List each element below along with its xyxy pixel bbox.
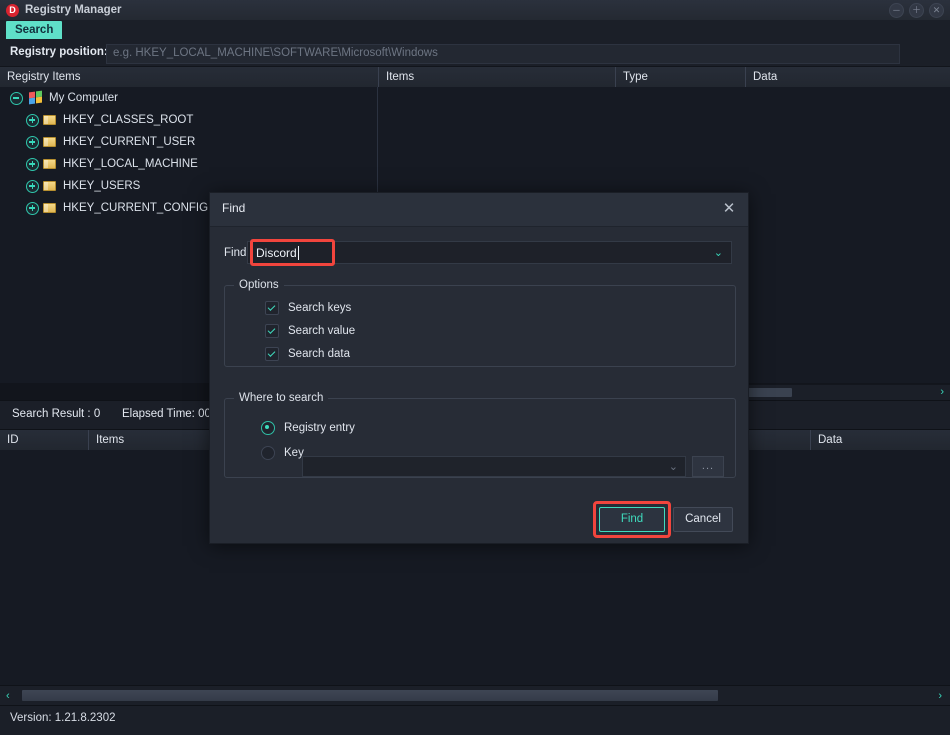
- column-header-registry-items[interactable]: Registry Items: [0, 67, 377, 87]
- close-button[interactable]: ✕: [929, 3, 944, 18]
- radio-icon[interactable]: [261, 446, 275, 460]
- tree-item-label: HKEY_CURRENT_CONFIG: [63, 202, 209, 214]
- checkbox-icon[interactable]: [265, 324, 279, 338]
- expand-toggle-icon[interactable]: [26, 135, 39, 149]
- chevron-down-icon[interactable]: ⌄: [669, 460, 678, 473]
- window-titlebar: D Registry Manager ─ ＋ ✕: [0, 0, 950, 21]
- find-input-highlight: [250, 239, 335, 266]
- scrollbar-thumb[interactable]: [22, 690, 718, 701]
- options-group-title: Options: [234, 279, 284, 291]
- checkbox-label: Search data: [288, 348, 351, 360]
- version-label: Version: 1.21.8.2302: [10, 712, 116, 724]
- tab-strip: [0, 20, 950, 40]
- folder-icon: [43, 136, 57, 148]
- folder-icon: [43, 158, 57, 170]
- folder-icon: [43, 202, 57, 214]
- checkbox-label: Search value: [288, 325, 356, 337]
- folder-icon: [43, 114, 57, 126]
- expand-toggle-icon[interactable]: [26, 179, 39, 193]
- tree-item-hkey-classes-root[interactable]: HKEY_CLASSES_ROOT: [0, 109, 377, 131]
- tree-item-hkey-local-machine[interactable]: HKEY_LOCAL_MACHINE: [0, 153, 377, 175]
- expand-toggle-icon[interactable]: [26, 113, 39, 127]
- key-browse-button[interactable]: ...: [692, 456, 724, 477]
- app-logo-icon: D: [6, 3, 19, 17]
- chevron-left-icon[interactable]: ‹: [6, 686, 10, 706]
- minimize-button[interactable]: ─: [889, 3, 904, 18]
- tree-item-label: My Computer: [49, 92, 119, 104]
- cancel-button[interactable]: Cancel: [673, 507, 733, 532]
- checkbox-icon[interactable]: [265, 301, 279, 315]
- checkbox-icon[interactable]: [265, 347, 279, 361]
- tree-item-label: HKEY_CLASSES_ROOT: [63, 114, 194, 126]
- search-elapsed-time: Elapsed Time: 00:0: [122, 408, 221, 420]
- registry-position-label: Registry position:: [10, 46, 108, 58]
- tree-item-label: HKEY_CURRENT_USER: [63, 136, 196, 148]
- chevron-right-icon[interactable]: ›: [938, 686, 942, 706]
- column-header-items[interactable]: Items: [378, 67, 615, 87]
- radio-registry-entry[interactable]: Registry entry: [261, 421, 355, 435]
- find-dialog-titlebar: [210, 193, 748, 227]
- window-controls: ─ ＋ ✕: [889, 3, 944, 18]
- checkbox-search-data[interactable]: Search data: [265, 347, 350, 361]
- tree-item-label: HKEY_USERS: [63, 180, 141, 192]
- radio-key[interactable]: Key: [261, 446, 304, 460]
- maximize-button[interactable]: ＋: [909, 3, 924, 18]
- column-header-type[interactable]: Type: [615, 67, 745, 87]
- registry-position-input[interactable]: e.g. HKEY_LOCAL_MACHINE\SOFTWARE\Microso…: [106, 44, 900, 64]
- search-result-count: Search Result : 0: [12, 408, 101, 420]
- chevron-right-icon[interactable]: ›: [940, 385, 944, 400]
- find-dialog-title: Find: [222, 201, 246, 215]
- close-icon[interactable]: ✕: [719, 199, 739, 219]
- top-panel-column-header: Registry Items Items Type Data: [0, 67, 950, 88]
- column-header-data[interactable]: Data: [810, 430, 950, 450]
- checkbox-search-keys[interactable]: Search keys: [265, 301, 351, 315]
- tree-item-my-computer[interactable]: My Computer: [0, 87, 377, 109]
- tree-item-label: HKEY_LOCAL_MACHINE: [63, 158, 198, 170]
- find-button-highlight: [593, 501, 671, 538]
- window-title: Registry Manager: [25, 4, 122, 16]
- expand-toggle-icon[interactable]: [26, 157, 39, 171]
- scrollbar-thumb[interactable]: [744, 388, 792, 397]
- column-header-id[interactable]: ID: [0, 430, 88, 450]
- key-path-input[interactable]: ⌄: [302, 456, 686, 477]
- checkbox-label: Search keys: [288, 302, 352, 314]
- tab-search[interactable]: Search: [6, 21, 63, 39]
- status-bar: [0, 705, 950, 735]
- where-to-search-group-title: Where to search: [234, 392, 329, 404]
- checkbox-search-value[interactable]: Search value: [265, 324, 355, 338]
- tree-item-hkey-current-user[interactable]: HKEY_CURRENT_USER: [0, 131, 377, 153]
- column-header-data[interactable]: Data: [745, 67, 950, 87]
- radio-icon[interactable]: [261, 421, 275, 435]
- chevron-down-icon[interactable]: ⌄: [714, 246, 723, 259]
- options-group: Options Search keys Search value Search …: [224, 279, 736, 367]
- folder-icon: [43, 180, 57, 192]
- bottom-horizontal-scrollbar[interactable]: ‹ ›: [0, 685, 950, 706]
- find-field-label: Find: [224, 247, 247, 259]
- expand-toggle-icon[interactable]: [26, 201, 39, 215]
- radio-label: Key: [284, 447, 304, 459]
- registry-position-placeholder: e.g. HKEY_LOCAL_MACHINE\SOFTWARE\Microso…: [113, 47, 438, 59]
- radio-label: Registry entry: [284, 422, 355, 434]
- my-computer-icon: [28, 90, 44, 105]
- collapse-toggle-icon[interactable]: [10, 91, 23, 105]
- find-dialog: Find ✕ Find Discord ⌄ Options Search key…: [209, 192, 749, 544]
